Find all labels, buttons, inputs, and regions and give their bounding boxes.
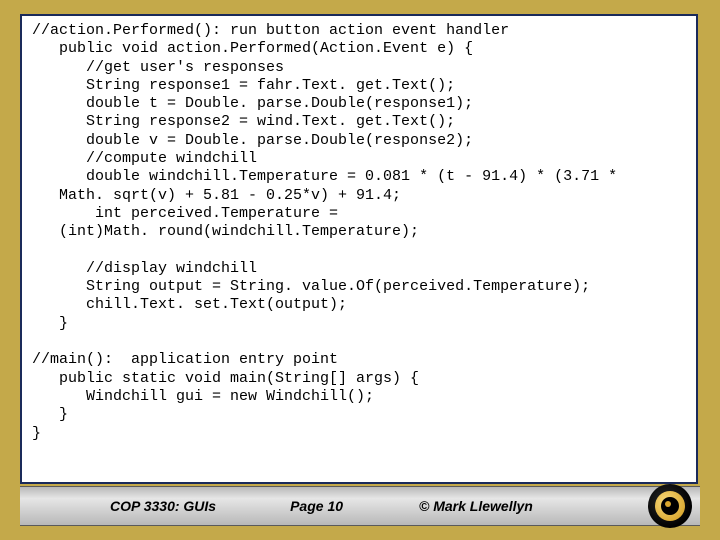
code-listing: //action.Performed(): run button action … [32,22,686,443]
ucf-logo [648,484,692,528]
footer-bar: COP 3330: GUIs Page 10 © Mark Llewellyn [20,486,700,526]
pegasus-icon [655,491,685,521]
footer-page: Page 10 [290,498,343,514]
slide: //action.Performed(): run button action … [0,0,720,540]
footer-copyright: © Mark Llewellyn [419,498,533,514]
code-panel: //action.Performed(): run button action … [20,14,698,484]
footer-course: COP 3330: GUIs [110,498,216,514]
